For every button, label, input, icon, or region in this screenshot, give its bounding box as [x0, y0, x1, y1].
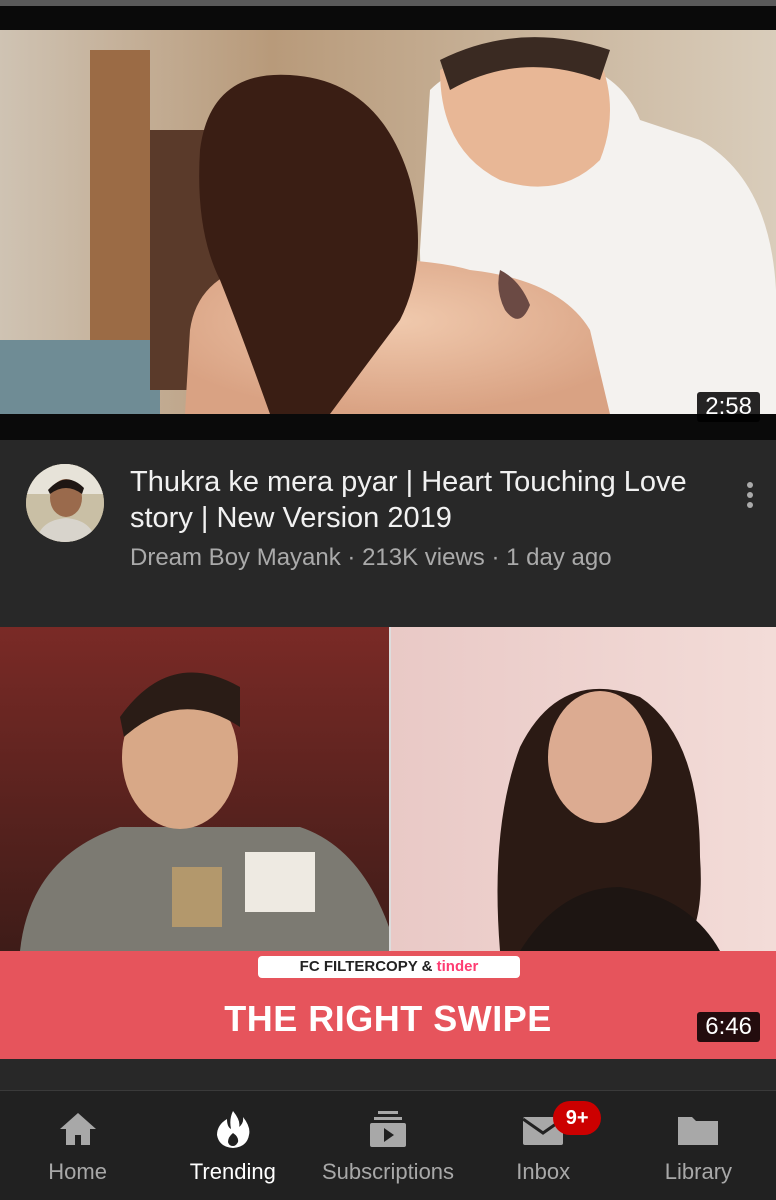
- tinder-logo: tinder: [436, 958, 479, 975]
- view-count: 213K views: [362, 544, 485, 571]
- letterbox-bottom: [0, 414, 776, 440]
- video-details[interactable]: Thukra ke mera pyar | Heart Touching Lov…: [0, 440, 776, 626]
- sponsor-text: FILTERCOPY &: [323, 958, 437, 975]
- next-video-peek: [0, 1060, 776, 1090]
- upload-age: 1 day ago: [506, 544, 612, 571]
- more-options-icon[interactable]: [736, 478, 764, 518]
- sponsor-banner: FC FILTERCOPY & tinder: [258, 956, 520, 978]
- duration-badge: 2:58: [697, 392, 760, 422]
- video-thumbnail[interactable]: [0, 30, 776, 414]
- thumbnail-image: [0, 30, 776, 414]
- nav-label: Subscriptions: [321, 1159, 455, 1184]
- video-title[interactable]: Thukra ke mera pyar | Heart Touching Lov…: [130, 464, 690, 536]
- duration-badge: 6:46: [697, 1012, 760, 1042]
- nav-label: Library: [664, 1159, 733, 1184]
- notification-badge: 9+: [553, 1101, 602, 1135]
- nav-label: Home: [48, 1159, 107, 1184]
- nav-label: Inbox: [516, 1159, 571, 1184]
- library-folder-icon: [678, 1117, 719, 1145]
- avatar-image: [26, 464, 104, 542]
- nav-trending[interactable]: Trending: [155, 1091, 310, 1200]
- letterbox-top: [0, 6, 776, 30]
- video-metadata: Dream Boy Mayank · 213K views · 1 day ag…: [130, 544, 612, 572]
- filtercopy-logo: FC: [299, 958, 320, 975]
- nav-inbox[interactable]: 9+ Inbox: [466, 1091, 621, 1200]
- home-icon: [59, 1113, 96, 1145]
- separator: ·: [484, 544, 507, 571]
- separator: ·: [340, 544, 363, 571]
- subscriptions-icon: [370, 1111, 406, 1147]
- bottom-navigation: Home Trending Subscriptions 9+ Inbox Lib…: [0, 1090, 776, 1200]
- nav-label: Trending: [189, 1159, 276, 1184]
- channel-name[interactable]: Dream Boy Mayank: [130, 544, 341, 571]
- nav-library[interactable]: Library: [621, 1091, 776, 1200]
- nav-subscriptions[interactable]: Subscriptions: [310, 1091, 465, 1200]
- trending-flame-icon: [216, 1111, 250, 1148]
- thumbnail-banner-title: THE RIGHT SWIPE: [0, 978, 776, 1059]
- nav-home[interactable]: Home: [0, 1091, 155, 1200]
- channel-avatar[interactable]: [26, 464, 104, 542]
